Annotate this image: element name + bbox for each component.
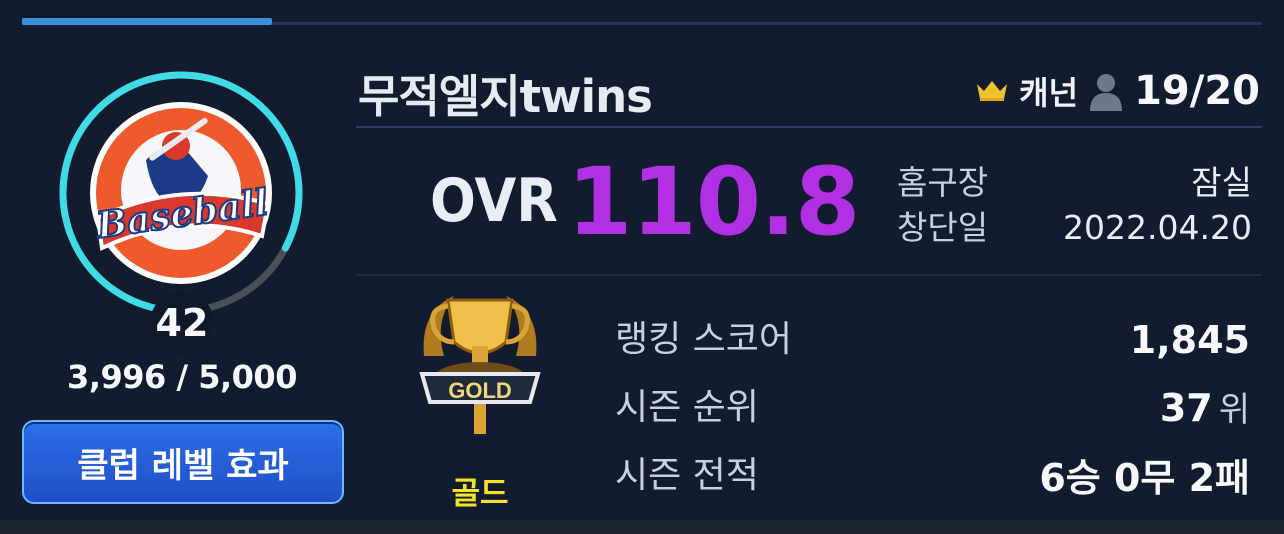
club-logo: Baseball [90, 102, 272, 284]
stat-values: 1,845 37 위 6승 0무 2패 [1039, 306, 1250, 512]
person-icon [1090, 74, 1123, 111]
member-count: 19/20 [1134, 68, 1260, 114]
team-name: 무적엘지twins [358, 70, 653, 123]
mid-divider [356, 274, 1262, 276]
tab-active-indicator[interactable] [22, 18, 272, 25]
season-rank-row: 37 위 [1039, 374, 1250, 444]
header-divider [356, 126, 1262, 128]
home-stadium-label: 홈구장 [897, 163, 989, 202]
tier-name: 골드 [451, 476, 509, 512]
team-rank-info: 캐넌 19/20 [975, 68, 1260, 114]
founded-label: 창단일 [897, 208, 989, 247]
club-level-badge: 42 [150, 291, 214, 355]
season-record-label: 시즌 전적 [615, 455, 759, 496]
ovr-value: 110.8 [567, 148, 860, 257]
ovr-label: OVR [430, 166, 558, 236]
ranking-score-value: 1,845 [1129, 318, 1250, 362]
season-rank-value: 37 [1159, 386, 1213, 430]
home-stadium-value: 잠실 [1191, 163, 1252, 202]
level-ring: Baseball [59, 71, 303, 315]
gold-trophy-icon: GOLD [419, 296, 541, 434]
info-values: 잠실 2022.04.20 [1063, 160, 1252, 250]
stat-labels: 랭킹 스코어 시즌 순위 시즌 전적 [615, 306, 792, 510]
tier-emblem-text: GOLD [448, 378, 512, 403]
info-labels: 홈구장 창단일 [897, 160, 988, 250]
club-exp-text: 3,996 / 5,000 [67, 358, 297, 396]
crown-icon [977, 81, 1008, 101]
team-rank: 캐넌 [1019, 74, 1079, 112]
ranking-score-label: 랭킹 스코어 [615, 319, 793, 360]
season-record-value: 6승 0무 2패 [1039, 456, 1250, 500]
season-rank-label: 시즌 순위 [615, 387, 759, 428]
season-rank-unit: 위 [1218, 390, 1250, 430]
founded-value: 2022.04.20 [1063, 208, 1252, 247]
bottom-bar [0, 520, 1284, 534]
club-level-effect-button[interactable]: 클럽 레벨 효과 [22, 420, 344, 504]
